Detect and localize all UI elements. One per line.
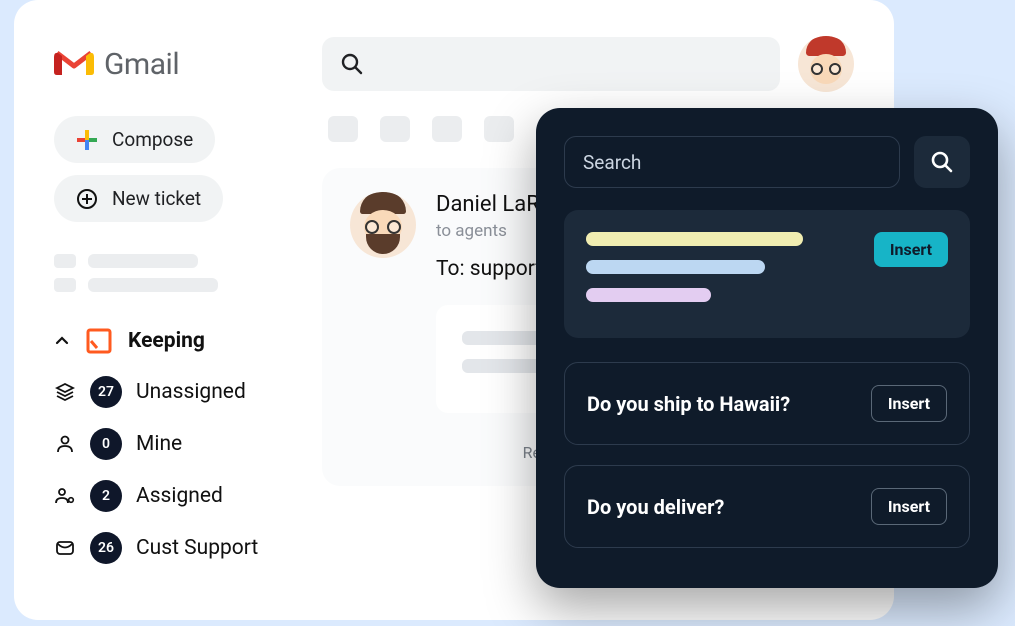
canned-response-row[interactable]: Do you deliver? Insert	[564, 465, 970, 548]
section-title: Keeping	[128, 329, 205, 353]
insert-button[interactable]: Insert	[871, 488, 947, 525]
search-input[interactable]	[322, 37, 780, 91]
sidebar: Compose New ticket	[54, 116, 322, 584]
selected-response-preview: Insert	[564, 210, 970, 338]
brand-text: Gmail	[104, 47, 179, 82]
sidebar-item-label: Unassigned	[136, 380, 246, 404]
canned-response-row[interactable]: Do you ship to Hawaii? Insert	[564, 362, 970, 445]
keeping-section-header[interactable]: Keeping	[54, 328, 322, 354]
compose-plus-icon	[76, 129, 98, 151]
stack-icon	[55, 382, 75, 402]
people-icon	[54, 486, 76, 506]
canned-question: Do you ship to Hawaii?	[587, 392, 790, 416]
canned-responses-popover: Search Insert Do you ship to Hawaii? Ins…	[536, 108, 998, 588]
search-icon	[340, 52, 364, 76]
popover-search-input[interactable]: Search	[564, 136, 900, 188]
insert-selected-button[interactable]: Insert	[874, 232, 948, 267]
sender-avatar[interactable]	[350, 192, 416, 258]
insert-button[interactable]: Insert	[871, 385, 947, 422]
sidebar-item-assigned[interactable]: 2 Assigned	[54, 480, 322, 512]
response-preview-lines	[586, 232, 858, 316]
compose-label: Compose	[112, 128, 193, 151]
user-avatar[interactable]	[798, 36, 854, 92]
app-header: Gmail	[14, 36, 894, 116]
sidebar-item-label: Cust Support	[136, 536, 258, 560]
new-ticket-button[interactable]: New ticket	[54, 175, 223, 222]
gmail-icon	[54, 49, 94, 79]
person-icon	[55, 434, 75, 454]
new-ticket-label: New ticket	[112, 187, 201, 210]
count-badge: 0	[90, 428, 122, 460]
compose-button[interactable]: Compose	[54, 116, 215, 163]
count-badge: 27	[90, 376, 122, 408]
count-badge: 26	[90, 532, 122, 564]
envelope-icon	[55, 538, 75, 558]
sidebar-item-unassigned[interactable]: 27 Unassigned	[54, 376, 322, 408]
count-badge: 2	[90, 480, 122, 512]
canned-question: Do you deliver?	[587, 495, 724, 519]
nav-skeleton	[54, 254, 322, 292]
popover-search-button[interactable]	[914, 136, 970, 188]
plus-circle-icon	[76, 188, 98, 210]
sidebar-item-label: Mine	[136, 432, 182, 456]
popover-search-placeholder: Search	[583, 151, 641, 174]
brand-logo[interactable]: Gmail	[54, 47, 322, 82]
keeping-logo-icon	[86, 328, 112, 354]
sidebar-item-cust-support[interactable]: 26 Cust Support	[54, 532, 322, 564]
chevron-up-icon	[54, 333, 70, 349]
sidebar-item-mine[interactable]: 0 Mine	[54, 428, 322, 460]
search-icon	[930, 150, 954, 174]
sidebar-item-label: Assigned	[136, 484, 223, 508]
